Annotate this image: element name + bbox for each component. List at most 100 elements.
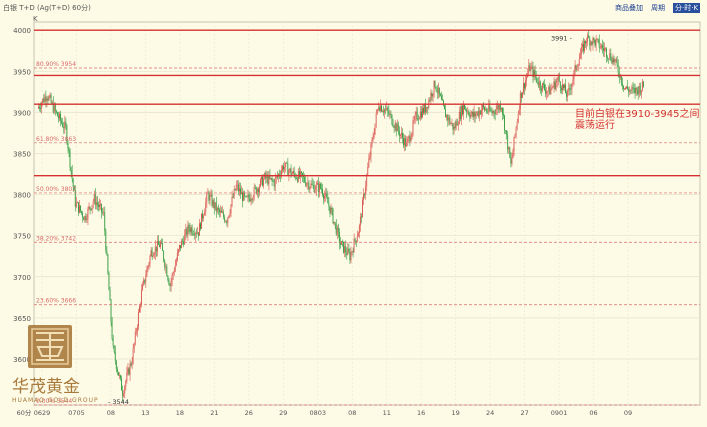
candle-body: [599, 47, 601, 49]
candle-body: [435, 87, 437, 91]
candle-body: [255, 187, 257, 194]
candle-body: [525, 80, 526, 89]
candle-body: [409, 136, 411, 142]
candle-body: [414, 114, 416, 121]
y-tick-label: 3900: [13, 109, 31, 117]
candle-body: [114, 351, 116, 361]
candle-body: [451, 123, 453, 125]
candle-body: [310, 183, 312, 188]
candle-body: [577, 65, 579, 67]
candle-body: [169, 284, 171, 287]
candle-body: [396, 123, 398, 132]
candle-body: [449, 117, 451, 124]
y-tick-label: 3950: [13, 68, 31, 76]
x-tick-label: 0901: [551, 409, 568, 417]
candle-body: [365, 186, 367, 196]
candle-body: [614, 59, 616, 63]
candle-body: [71, 170, 73, 179]
candle-body: [149, 255, 151, 264]
candle-body: [549, 86, 551, 95]
candle-body: [547, 91, 549, 92]
candle-body: [535, 75, 537, 78]
candle-body: [546, 91, 547, 94]
candle-body: [456, 121, 458, 126]
candle-body: [275, 176, 277, 179]
candle-body: [570, 89, 572, 90]
candle-body: [215, 202, 217, 212]
candle-body: [105, 230, 107, 251]
candle-body: [250, 199, 252, 202]
candle-body: [607, 57, 609, 59]
x-tick-label: 0705: [68, 409, 85, 417]
candle-body: [45, 96, 47, 102]
candle-body: [390, 113, 392, 115]
candle-body: [541, 83, 543, 91]
candle-body: [341, 241, 342, 245]
candle-body: [408, 136, 410, 139]
candle-body: [64, 121, 66, 129]
candle-body: [540, 88, 542, 91]
candle-body: [512, 150, 514, 159]
candle-body: [315, 184, 317, 190]
candle-body: [135, 331, 137, 333]
candle-body: [389, 113, 391, 115]
candle-body: [372, 137, 374, 140]
candle-body: [591, 41, 593, 45]
candle-body: [51, 102, 53, 103]
candle-body: [291, 173, 293, 175]
candle-body: [139, 306, 140, 313]
candle-body: [452, 123, 454, 130]
candle-body: [126, 372, 128, 381]
candle-body: [93, 194, 95, 202]
candle-body: [447, 115, 449, 121]
x-tick-label: 0803: [309, 409, 326, 417]
candle-body: [333, 221, 335, 224]
candle-body: [597, 38, 599, 40]
candle-body: [109, 290, 111, 301]
candle-body: [433, 80, 435, 94]
candle-body: [234, 188, 236, 191]
candle-body: [254, 187, 256, 188]
candle-body: [102, 212, 104, 213]
candle-body: [635, 87, 637, 94]
fib-label: 50.00% 3802: [36, 186, 76, 193]
candle-body: [48, 96, 50, 101]
candle-body: [362, 200, 363, 218]
candle-body: [270, 177, 272, 179]
x-tick-label: 09: [624, 409, 632, 417]
candle-body: [151, 250, 153, 257]
candle-body: [316, 182, 318, 185]
candle-body: [324, 195, 326, 199]
candle-body: [474, 111, 476, 117]
candle-body: [628, 89, 630, 92]
candle-body: [77, 202, 79, 213]
candle-body: [634, 88, 636, 94]
candle-body: [458, 111, 460, 125]
candle-body: [54, 105, 56, 111]
candle-body: [225, 221, 227, 223]
candle-body: [218, 209, 220, 213]
candle-body: [127, 368, 129, 373]
candle-body: [552, 86, 554, 88]
candle-body: [143, 279, 145, 285]
candle-body: [246, 196, 248, 198]
candle-body: [57, 116, 59, 119]
candle-body: [562, 84, 564, 88]
candle-body: [398, 130, 400, 137]
candle-body: [60, 113, 61, 121]
candle-body: [212, 200, 214, 206]
candle-body: [418, 118, 420, 120]
candle-body: [403, 138, 404, 146]
candle-body: [506, 130, 508, 135]
candle-body: [384, 109, 385, 113]
candle-body: [431, 93, 433, 97]
candle-body: [642, 81, 644, 87]
candle-body: [472, 111, 474, 118]
candle-body: [95, 202, 97, 205]
candle-body: [498, 104, 500, 110]
candle-body: [176, 253, 178, 261]
candle-body: [602, 48, 604, 51]
candle-body: [152, 256, 154, 257]
candle-body: [392, 124, 394, 127]
candle-body: [559, 81, 561, 88]
